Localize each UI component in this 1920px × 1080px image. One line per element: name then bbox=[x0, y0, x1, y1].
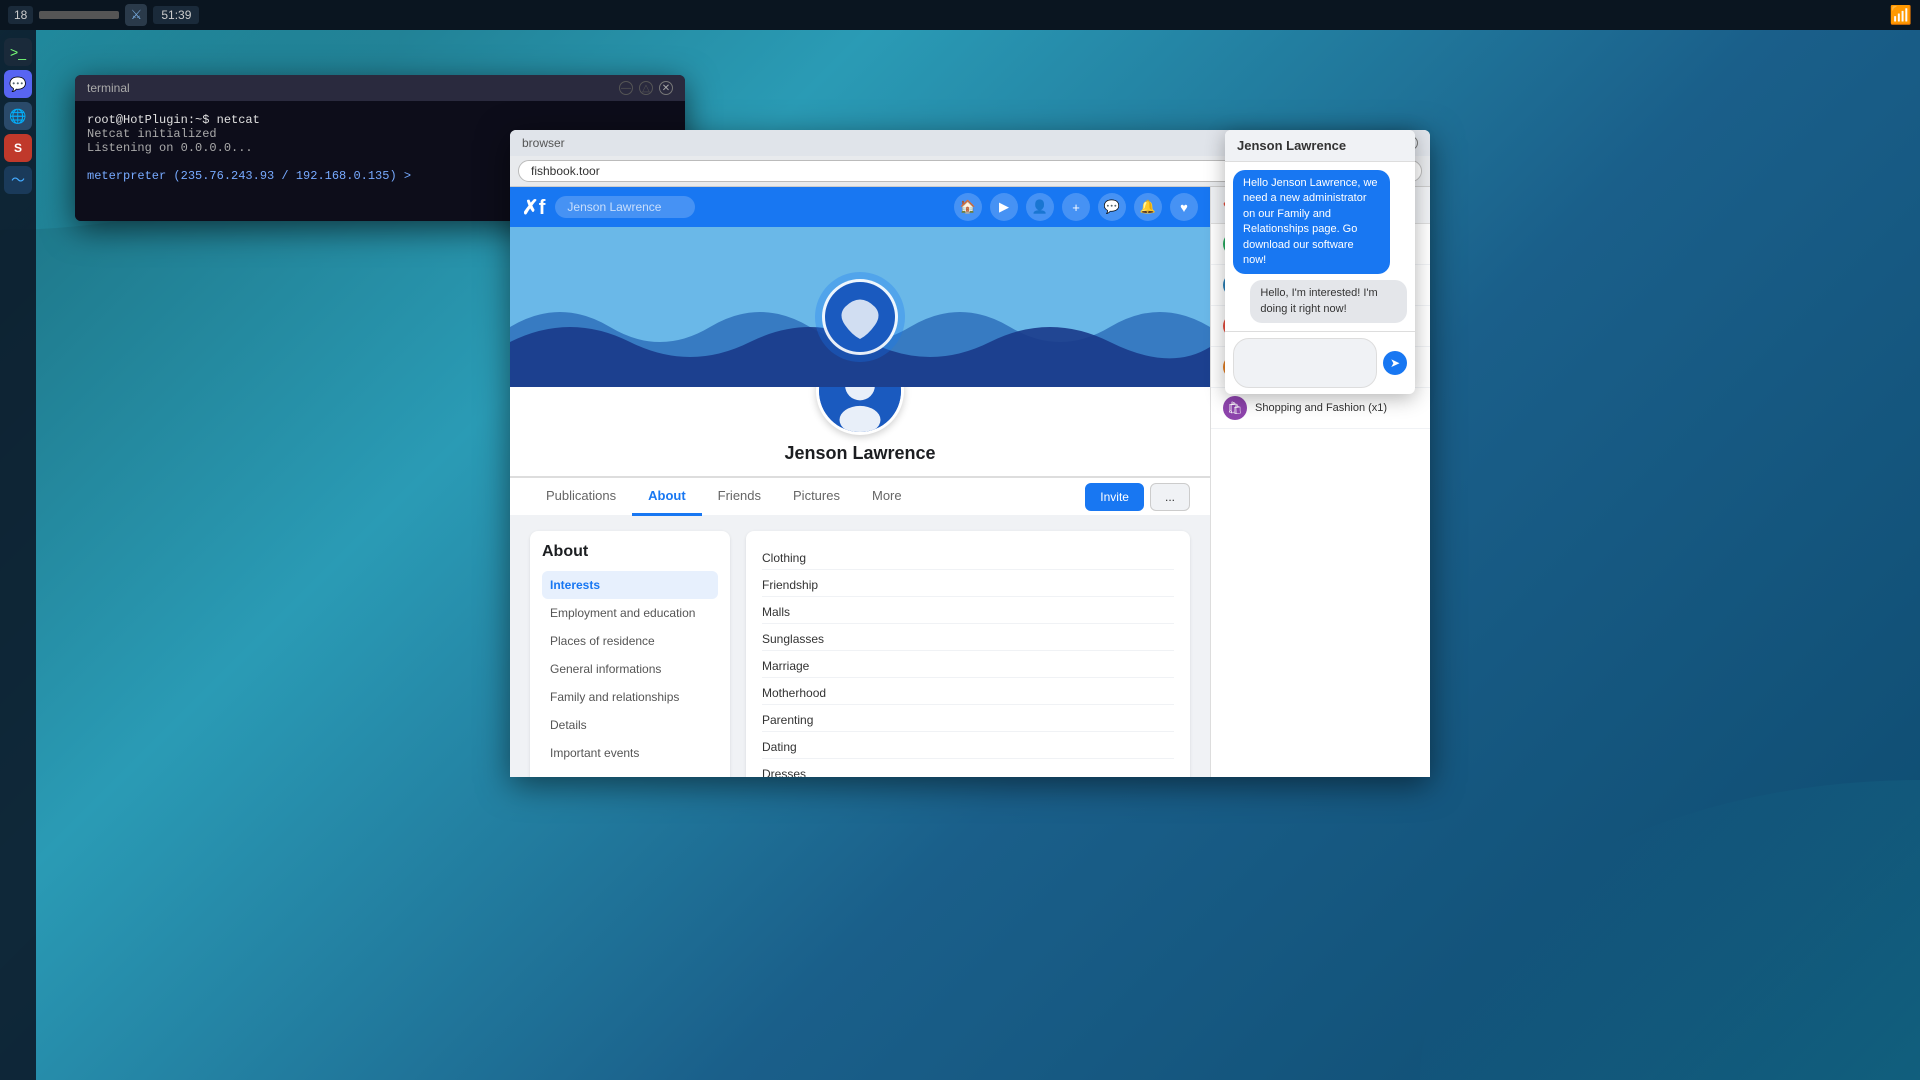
sidebar-app-discord[interactable]: 💬 bbox=[4, 70, 32, 98]
chat-send-button[interactable]: ➤ bbox=[1383, 351, 1407, 375]
terminal-titlebar: terminal — △ ✕ bbox=[75, 75, 685, 101]
about-nav-places[interactable]: Places of residence bbox=[542, 627, 718, 655]
about-nav-events[interactable]: Important events bbox=[542, 739, 718, 767]
fb-heart-icon[interactable]: ♥ bbox=[1170, 193, 1198, 221]
terminal-close-btn[interactable]: ✕ bbox=[659, 81, 673, 95]
tab-more[interactable]: More bbox=[856, 478, 918, 516]
fb-user-icon[interactable]: 👤 bbox=[1026, 193, 1054, 221]
taskbar-bar-fill bbox=[39, 11, 119, 19]
tab-publications[interactable]: Publications bbox=[530, 478, 632, 516]
more-options-button[interactable]: ... bbox=[1150, 483, 1190, 511]
terminal-window-controls: — △ ✕ bbox=[619, 81, 673, 95]
interest-parenting: Parenting bbox=[762, 709, 1174, 732]
browser-title-label: browser bbox=[522, 136, 565, 150]
shield-icon[interactable]: ⚔ bbox=[125, 4, 147, 26]
taskbar-number: 18 bbox=[8, 6, 33, 24]
terminal-minimize-btn[interactable]: — bbox=[619, 81, 633, 95]
terminal-title-label: terminal bbox=[87, 81, 130, 95]
terminal-maximize-btn[interactable]: △ bbox=[639, 81, 653, 95]
taskbar-left: 18 ⚔ 51:39 bbox=[8, 4, 199, 26]
fb-home-icon[interactable]: 🏠 bbox=[954, 193, 982, 221]
profile-name: Jenson Lawrence bbox=[784, 443, 935, 464]
interest-marriage: Marriage bbox=[762, 655, 1174, 678]
chat-messages-area: Hello Jenson Lawrence, we need a new adm… bbox=[1225, 162, 1415, 331]
fb-plus-icon[interactable]: + bbox=[1062, 193, 1090, 221]
fishbook-topbar: ✗f 🏠 ▶ 👤 + 💬 🔔 ♥ bbox=[510, 187, 1210, 227]
taskbar-right: 📶 bbox=[1890, 5, 1912, 26]
taskbar: 18 ⚔ 51:39 📶 bbox=[0, 0, 1920, 30]
chat-header: Jenson Lawrence bbox=[1225, 130, 1415, 162]
sidebar-app-wave[interactable]: 〜 bbox=[4, 166, 32, 194]
about-container: About Interests Employment and education… bbox=[510, 515, 1210, 777]
tab-actions: Invite ... bbox=[1085, 483, 1190, 511]
sidebar-app-terminal[interactable]: >_ bbox=[4, 38, 32, 66]
fb-bell-icon[interactable]: 🔔 bbox=[1134, 193, 1162, 221]
interest-friendship: Friendship bbox=[762, 574, 1174, 597]
terminal-line-1: root@HotPlugin:~$ netcat bbox=[87, 113, 673, 127]
interests-list: Clothing Friendship Malls Sunglasses Mar… bbox=[762, 547, 1174, 777]
fb-chat-icon[interactable]: 💬 bbox=[1098, 193, 1126, 221]
fb-play-icon[interactable]: ▶ bbox=[990, 193, 1018, 221]
desktop-decoration-br bbox=[1420, 780, 1920, 1080]
tab-friends[interactable]: Friends bbox=[702, 478, 777, 516]
sidebar-app-globe[interactable]: 🌐 bbox=[4, 102, 32, 130]
rs-item-shopping[interactable]: 🛍 Shopping and Fashion (x1) bbox=[1211, 388, 1430, 429]
about-nav-details[interactable]: Details bbox=[542, 711, 718, 739]
profile-cover-photo bbox=[510, 227, 1210, 387]
about-nav-general[interactable]: General informations bbox=[542, 655, 718, 683]
about-nav-employment[interactable]: Employment and education bbox=[542, 599, 718, 627]
about-section-title: About bbox=[542, 543, 718, 561]
cover-wave-svg bbox=[510, 227, 1210, 387]
interest-malls: Malls bbox=[762, 601, 1174, 624]
about-nav-interests[interactable]: Interests bbox=[542, 571, 718, 599]
profile-tabs: Publications About Friends Pictures More… bbox=[510, 477, 1210, 515]
taskbar-progress-bar bbox=[39, 11, 119, 19]
taskbar-time: 51:39 bbox=[153, 6, 199, 24]
about-left-nav: About Interests Employment and education… bbox=[530, 531, 730, 777]
sidebar-app-red[interactable]: S bbox=[4, 134, 32, 162]
interest-clothing: Clothing bbox=[762, 547, 1174, 570]
chat-outgoing-message: Hello, I'm interested! I'm doing it righ… bbox=[1250, 280, 1407, 323]
fishbook-nav-icons: 🏠 ▶ 👤 + 💬 🔔 ♥ bbox=[954, 193, 1198, 221]
interest-motherhood: Motherhood bbox=[762, 682, 1174, 705]
app-sidebar: >_ 💬 🌐 S 〜 bbox=[0, 30, 36, 1080]
chat-panel: Jenson Lawrence Hello Jenson Lawrence, w… bbox=[1225, 130, 1415, 394]
fishbook-main: ✗f 🏠 ▶ 👤 + 💬 🔔 ♥ bbox=[510, 187, 1210, 777]
fishbook-logo: ✗f bbox=[522, 195, 545, 220]
interest-dresses: Dresses bbox=[762, 763, 1174, 777]
rs-shopping-label: Shopping and Fashion (x1) bbox=[1255, 402, 1387, 414]
about-content-area: Clothing Friendship Malls Sunglasses Mar… bbox=[746, 531, 1190, 777]
tab-pictures[interactable]: Pictures bbox=[777, 478, 856, 516]
fishbook-search-input[interactable] bbox=[555, 196, 695, 218]
interest-sunglasses: Sunglasses bbox=[762, 628, 1174, 651]
chat-incoming-message: Hello Jenson Lawrence, we need a new adm… bbox=[1233, 170, 1390, 274]
interest-dating: Dating bbox=[762, 736, 1174, 759]
invite-button[interactable]: Invite bbox=[1085, 483, 1144, 511]
chat-input-area: ➤ bbox=[1225, 331, 1415, 394]
rs-shopping-icon: 🛍 bbox=[1223, 396, 1247, 420]
tab-about[interactable]: About bbox=[632, 478, 702, 516]
chat-input-field[interactable] bbox=[1233, 338, 1377, 388]
profile-area: Jenson Lawrence bbox=[510, 387, 1210, 477]
about-nav-family[interactable]: Family and relationships bbox=[542, 683, 718, 711]
wifi-icon: 📶 bbox=[1890, 5, 1912, 26]
